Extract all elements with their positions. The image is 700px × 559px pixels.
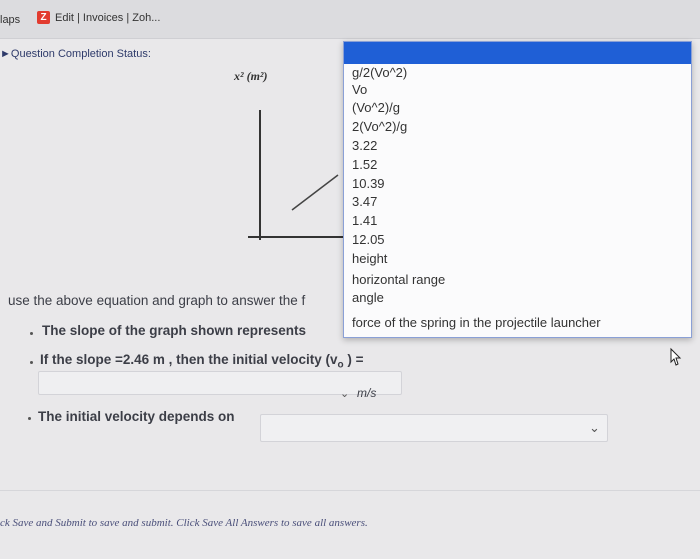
dropdown-option[interactable]: 3.47 <box>352 194 377 209</box>
graph: x² (m²) <box>220 65 350 255</box>
completion-status-text: Question Completion Status: <box>10 48 151 60</box>
question-velocity-text: If the slope =2.46 m , then the initial … <box>40 352 338 367</box>
chevron-down-icon[interactable]: ⌄ <box>340 387 349 400</box>
completion-status-label: ►Question Completion Status: <box>0 48 151 60</box>
divider <box>0 490 700 491</box>
dropdown-option[interactable]: g/2(Vo^2) <box>352 65 407 80</box>
dropdown-option[interactable]: angle <box>352 290 384 305</box>
bookmark-maps[interactable]: laps <box>0 14 20 26</box>
graph-plot <box>248 110 348 240</box>
question-intro: use the above equation and graph to answ… <box>8 293 306 308</box>
dropdown-option[interactable]: 12.05 <box>352 232 385 247</box>
dropdown-option[interactable]: 1.41 <box>352 213 377 228</box>
dropdown-option[interactable]: 2(Vo^2)/g <box>352 119 407 134</box>
graph-line <box>291 174 339 211</box>
dropdown-option[interactable]: horizontal range <box>352 272 445 287</box>
depends-on-select[interactable] <box>260 414 608 442</box>
dropdown-option[interactable]: (Vo^2)/g <box>352 100 400 115</box>
dropdown-option[interactable]: 10.39 <box>352 176 385 191</box>
bookmark-edit-invoices[interactable]: Z Edit | Invoices | Zoh... <box>37 11 160 24</box>
dropdown-option[interactable]: 3.22 <box>352 138 377 153</box>
dropdown-option[interactable]: height <box>352 251 387 266</box>
zoho-icon: Z <box>37 11 50 24</box>
chevron-down-icon[interactable]: ⌄ <box>589 420 600 436</box>
collapse-arrow-icon[interactable]: ► <box>0 48 11 60</box>
dropdown-option[interactable]: Vo <box>352 82 367 97</box>
save-instructions: ck Save and Submit to save and submit. C… <box>0 517 368 529</box>
mouse-cursor-icon <box>670 347 682 366</box>
velocity-unit: m/s <box>357 386 377 400</box>
dropdown-option[interactable]: force of the spring in the projectile la… <box>352 315 601 330</box>
question-depends: The initial velocity depends on <box>38 409 235 424</box>
dropdown-option[interactable]: 1.52 <box>352 157 377 172</box>
answer-dropdown-list[interactable]: g/2(Vo^2) Vo (Vo^2)/g 2(Vo^2)/g 3.22 1.5… <box>343 41 692 338</box>
question-velocity: If the slope =2.46 m , then the initial … <box>40 352 363 371</box>
dropdown-selected-row[interactable] <box>344 42 691 64</box>
bookmarks-bar: laps Z Edit | Invoices | Zoh... <box>0 0 700 39</box>
question-slope: The slope of the graph shown represents <box>42 323 307 338</box>
question-velocity-tail: ) = <box>343 352 364 367</box>
bullet <box>28 417 31 420</box>
bookmark-edit-invoices-label: Edit | Invoices | Zoh... <box>55 11 161 24</box>
bullet <box>30 361 33 364</box>
bullet <box>30 332 33 335</box>
